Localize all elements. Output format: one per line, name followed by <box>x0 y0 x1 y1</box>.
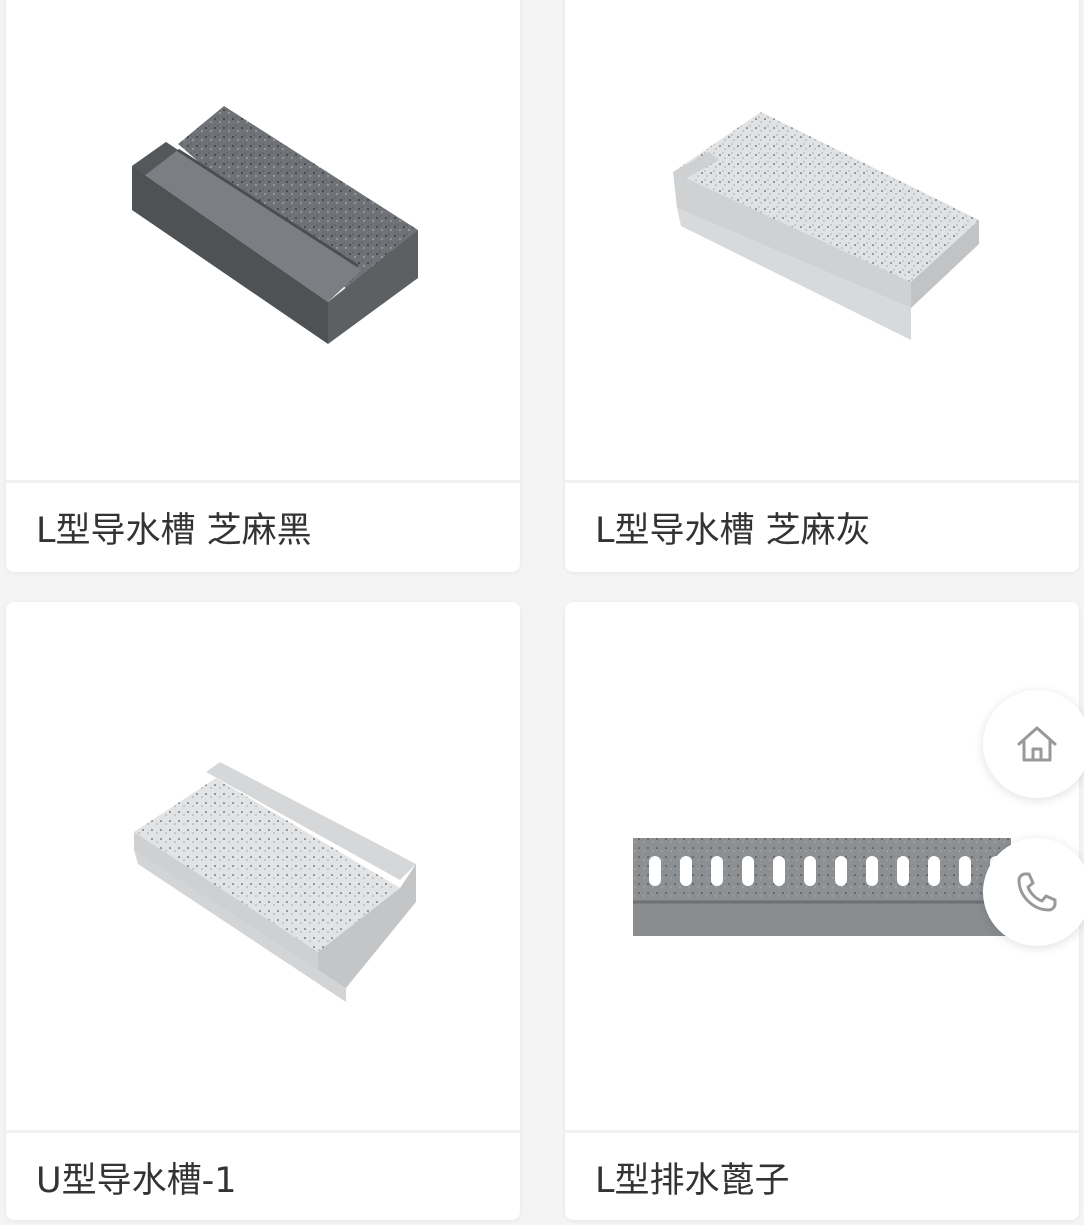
light-gray-l-channel-stone-image <box>673 112 979 340</box>
product-title[interactable]: U型导水槽-1 <box>36 1152 237 1203</box>
product-card[interactable]: U型导水槽-1 <box>6 602 520 1220</box>
product-card[interactable]: L型导水槽 芝麻黑 <box>6 0 520 572</box>
phone-button[interactable] <box>983 838 1084 946</box>
product-card[interactable]: L型导水槽 芝麻灰 <box>565 0 1079 572</box>
dark-gray-l-channel-stone-image <box>132 106 418 344</box>
product-image[interactable] <box>6 0 520 483</box>
light-gray-u-channel-stone-image <box>134 762 416 1002</box>
product-title[interactable]: L型导水槽 芝麻灰 <box>595 502 871 553</box>
product-grid: L型导水槽 芝麻黑 L型导水槽 芝麻灰 U型导水槽-1 L型排水蓖子 <box>0 0 1084 1225</box>
product-image[interactable] <box>6 602 520 1133</box>
phone-icon <box>1017 872 1057 912</box>
home-icon <box>1017 726 1057 762</box>
product-image[interactable] <box>565 0 1079 483</box>
home-button[interactable] <box>983 690 1084 798</box>
product-title[interactable]: L型导水槽 芝麻黑 <box>36 502 312 553</box>
product-title[interactable]: L型排水蓖子 <box>595 1152 790 1203</box>
